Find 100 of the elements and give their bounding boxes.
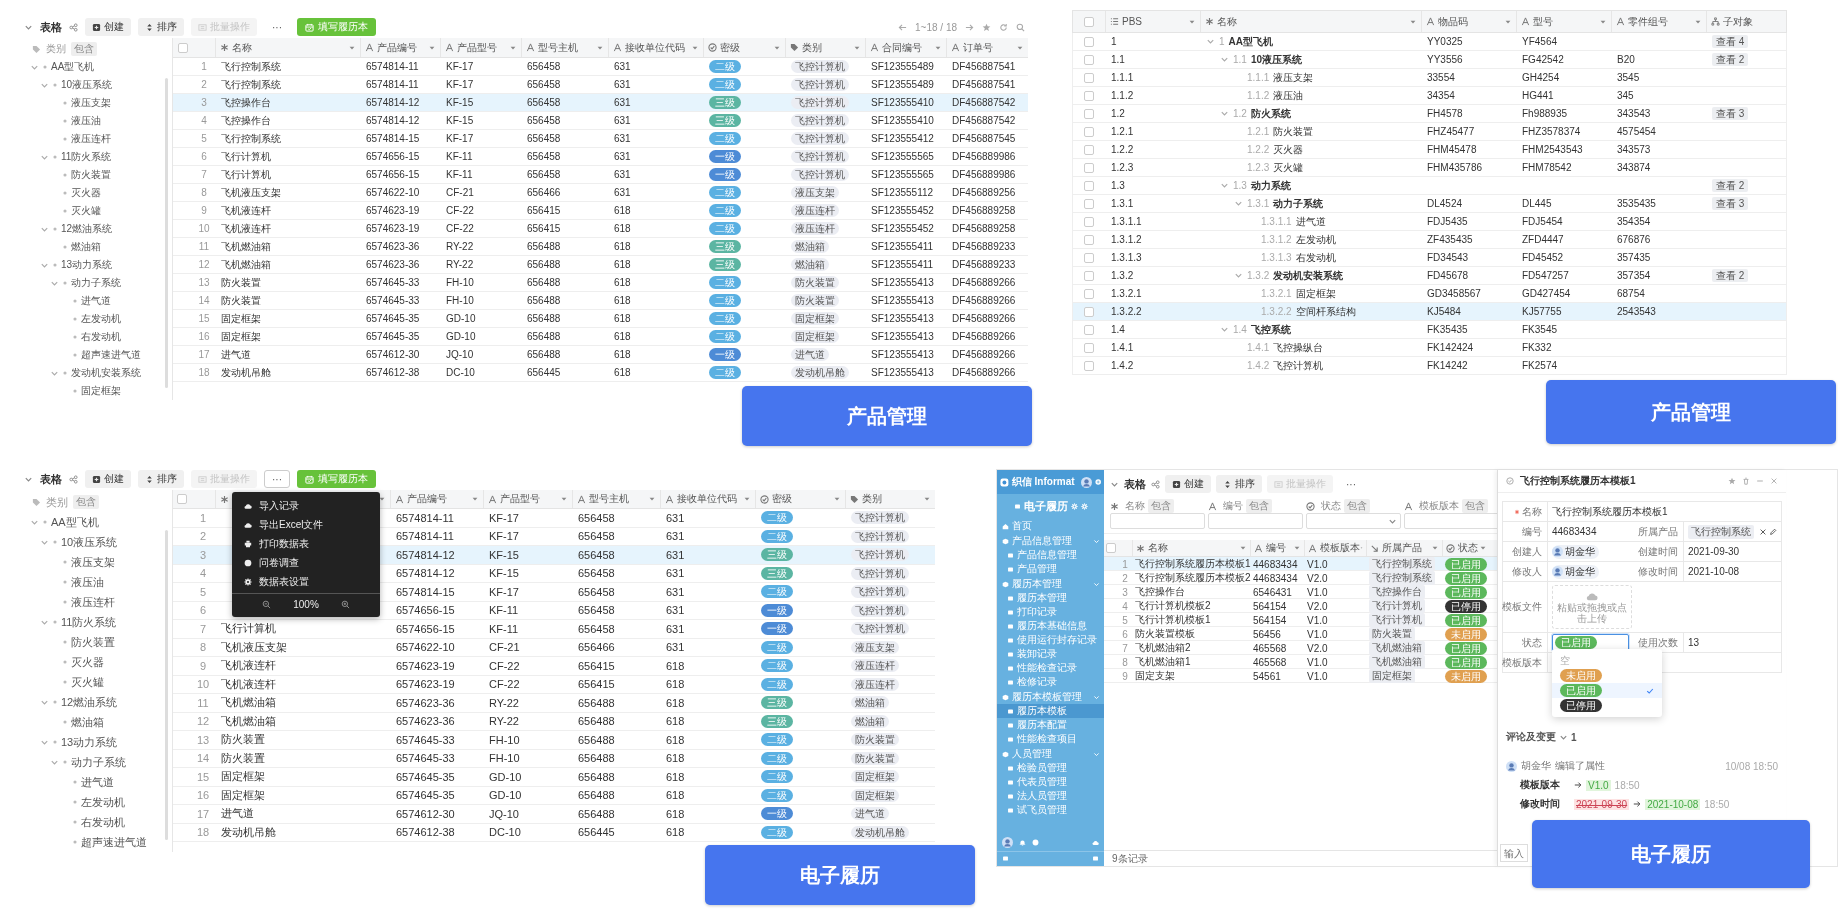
table-row[interactable]: 1.2.3 1.2.3 灭火罐 FHM435786 FHM78542 343874: [1072, 159, 1787, 177]
more-button[interactable]: ···: [1338, 475, 1364, 493]
tree-item[interactable]: 11防火系统: [61, 150, 112, 164]
column-header[interactable]: 产品编号: [407, 492, 447, 506]
tree-item[interactable]: 进气道: [81, 774, 114, 790]
table-row[interactable]: 11 飞机燃油箱 6574623-36 RY-22 656488 618 三级 燃油箱: [173, 694, 935, 713]
table-row[interactable]: 9 飞机液连杆 6574623-19 CF-22 656415 618 二级 液压连杆: [173, 657, 935, 676]
column-header[interactable]: 类别: [802, 40, 822, 55]
tree-item[interactable]: 燃油箱: [71, 240, 101, 254]
table-row[interactable]: 1.2.1 1.2.1 防火装置 FHZ45477 FHZ3578374 4575454: [1072, 123, 1787, 141]
table-row[interactable]: 1.3.2 1.3.2 发动机安装系统 FD45678 FD547257 357354 查看 2: [1072, 267, 1787, 285]
table-row[interactable]: 1.1 1.1 10液压系统 YY3556 FG42542 B20 查看 2: [1072, 51, 1787, 69]
table-row[interactable]: 15 固定框架 6574645-35 GD-10 656488 618 二级 固定框架: [173, 768, 935, 787]
table-row[interactable]: 17 进气道 6574612-30 JQ-10 656488 618 一级 进气道 SF123555413 DF456889266: [173, 346, 1028, 364]
tree-item[interactable]: 燃油箱: [71, 714, 104, 730]
table-row[interactable]: 1.1.1 1.1.1 液压支架 33554 GH4254 3545: [1072, 69, 1787, 87]
toolbar-button[interactable]: 创建: [85, 470, 131, 488]
table-row[interactable]: 10 飞机液连杆 6574623-19 CF-22 656415 618 二级 液压连杆 SF123555452 DF456889258: [173, 220, 1028, 238]
tree-item[interactable]: 12燃油系统: [61, 694, 118, 710]
toolbar-button[interactable]: 排序: [138, 18, 184, 36]
table-row[interactable]: 8 飞机燃油箱1 465568 V1.0 飞机燃油箱 已启用: [1104, 655, 1497, 669]
column-header[interactable]: 名称: [1148, 541, 1168, 555]
table-row[interactable]: 6 防火装置模板 56456 V1.0 防火装置 未启用: [1104, 627, 1497, 641]
table-row[interactable]: 9 飞机液连杆 6574623-19 CF-22 656415 618 二级 液压连杆 SF123555452 DF456889258: [173, 202, 1028, 220]
view-children-tag[interactable]: 查看 4: [1712, 35, 1749, 48]
tree-item[interactable]: 发动机安装系统: [71, 366, 141, 380]
column-header[interactable]: 密级: [720, 40, 740, 55]
tree-item[interactable]: 液压支架: [71, 96, 111, 110]
tree-item[interactable]: 液压连杆: [71, 594, 115, 610]
tree-item[interactable]: 防火装置: [71, 634, 115, 650]
tree-item[interactable]: 液压连杆: [71, 132, 111, 146]
column-header[interactable]: 物品码: [1438, 14, 1468, 29]
table-row[interactable]: 16 固定框架 6574645-35 GD-10 656488 618 二级 固定框架 SF123555413 DF456889266: [173, 328, 1028, 346]
column-header[interactable]: PBS: [1122, 16, 1142, 27]
tree-item[interactable]: 右发动机: [81, 330, 121, 344]
tree-item[interactable]: 超声速进气道: [81, 348, 141, 362]
table-row[interactable]: 9 固定支架 54561 V1.0 固定框架 未启用: [1104, 669, 1497, 683]
column-header[interactable]: 子对象: [1723, 14, 1753, 29]
dropdown-option[interactable]: 已停用: [1552, 698, 1662, 713]
column-header[interactable]: 型号: [1533, 14, 1553, 29]
tree-item[interactable]: 10液压系统: [61, 534, 118, 550]
table-row[interactable]: 1.3.1.3 1.3.1.3 右发动机 FD34543 FD45452 357435: [1072, 249, 1787, 267]
column-header[interactable]: 接收单位代码: [625, 40, 685, 55]
tree-item[interactable]: 液压油: [71, 574, 104, 590]
column-header[interactable]: 型号主机: [589, 492, 629, 506]
tree-item[interactable]: 左发动机: [81, 794, 125, 810]
comment-input[interactable]: 输入: [1500, 844, 1528, 862]
column-header[interactable]: 零件组号: [1628, 14, 1668, 29]
table-row[interactable]: 3 飞控操作台 6574814-12 KF-15 656458 631 三级 飞控计算机 SF123555410 DF456887542: [173, 94, 1028, 112]
view-children-tag[interactable]: 查看 3: [1712, 197, 1749, 210]
tree-item[interactable]: 灭火罐: [71, 204, 101, 218]
table-row[interactable]: 1.3.1.1 1.3.1.1 进气道 FDJ5435 FDJ5454 354354: [1072, 213, 1787, 231]
tree-item[interactable]: 防火装置: [71, 168, 111, 182]
tree-item[interactable]: AA型飞机: [51, 514, 99, 530]
toolbar-button[interactable]: 排序: [138, 470, 184, 488]
tree-item[interactable]: AA型飞机: [51, 60, 95, 74]
table-row[interactable]: 11 飞机燃油箱 6574623-36 RY-22 656488 618 三级 燃油箱 SF123555411 DF456889233: [173, 238, 1028, 256]
more-button[interactable]: ···: [264, 470, 290, 488]
view-children-tag[interactable]: 查看 2: [1712, 53, 1749, 66]
table-row[interactable]: 7 飞机燃油箱2 465568 V2.0 飞机燃油箱 已启用: [1104, 641, 1497, 655]
column-header[interactable]: 类别: [862, 492, 882, 506]
table-row[interactable]: 1.3.2.2 1.3.2.2 空间杆系结构 KJ5484 KJ57755 2543543: [1072, 303, 1787, 321]
column-header[interactable]: 所属产品: [1382, 541, 1422, 555]
tree-item[interactable]: 灭火器: [71, 186, 101, 200]
table-row[interactable]: 8 飞机液压支架 6574622-10 CF-21 656466 631 二级 液压支架 SF123555112 DF456889256: [173, 184, 1028, 202]
table-row[interactable]: 13 防火装置 6574645-33 FH-10 656488 618 二级 防火装置: [173, 731, 935, 750]
column-header[interactable]: 型号主机: [538, 40, 578, 55]
table-row[interactable]: 13 防火装置 6574645-33 FH-10 656488 618 二级 防火装置 SF123555413 DF456889266: [173, 274, 1028, 292]
view-children-tag[interactable]: 查看 2: [1712, 179, 1749, 192]
table-row[interactable]: 6 飞行计算机 6574656-15 KF-11 656458 631 一级 飞控计算机 SF123555565 DF456889986: [173, 148, 1028, 166]
view-children-tag[interactable]: 查看 3: [1712, 107, 1749, 120]
table-row[interactable]: 1.4.1 1.4.1 飞控操纵台 FK142424 FK332: [1072, 339, 1787, 357]
table-row[interactable]: 1.1.2 1.1.2 液压油 34354 HG441 345: [1072, 87, 1787, 105]
table-row[interactable]: 1.3 1.3 动力系统 查看 2: [1072, 177, 1787, 195]
table-row[interactable]: 2 飞行控制系统履历本模板2 44683434 V2.0 飞行控制系统 已启用: [1104, 571, 1497, 585]
table-row[interactable]: 1 飞行控制系统履历本模板1 44683434 V1.0 飞行控制系统 已启用: [1104, 557, 1497, 571]
table-row[interactable]: 1 1 AA型飞机 YY0325 YF4564 查看 4: [1072, 33, 1787, 51]
tree-item[interactable]: 灭火器: [71, 654, 104, 670]
table-row[interactable]: 1.3.1 1.3.1 动力子系统 DL4524 DL445 3535435 查看 3: [1072, 195, 1787, 213]
table-row[interactable]: 7 飞行计算机 6574656-15 KF-11 656458 631 一级 飞控计算机 SF123555565 DF456889986: [173, 166, 1028, 184]
table-row[interactable]: 1.2 1.2 防火系统 FH4578 Fh988935 343543 查看 3: [1072, 105, 1787, 123]
more-button[interactable]: ···: [264, 18, 290, 36]
column-header[interactable]: 订单号: [963, 40, 993, 55]
table-row[interactable]: 5 飞行计算机模板1 564154 V1.0 飞行计算机 已启用: [1104, 613, 1497, 627]
toolbar-button[interactable]: 创建: [85, 18, 131, 36]
table-row[interactable]: 17 进气道 6574612-30 JQ-10 656488 618 一级 进气道: [173, 805, 935, 824]
column-header[interactable]: 编号: [1266, 541, 1286, 555]
tree-item[interactable]: 10液压系统: [61, 78, 113, 92]
column-header[interactable]: 产品型号: [457, 40, 497, 55]
table-row[interactable]: 4 飞行计算机模板2 564154 V2.0 飞行计算机 已停用: [1104, 599, 1497, 613]
table-row[interactable]: 1.4 1.4 飞控系统 FK35435 FK3545: [1072, 321, 1787, 339]
tree-item[interactable]: 13动力系统: [61, 734, 118, 750]
table-row[interactable]: 15 固定框架 6574645-35 GD-10 656488 618 二级 固定框架 SF123555413 DF456889266: [173, 310, 1028, 328]
tree-item[interactable]: 动力子系统: [71, 276, 121, 290]
table-row[interactable]: 18 发动机吊舱 6574612-38 DC-10 656445 618 二级 发动机吊舱 SF123555413 DF456889266: [173, 364, 1028, 382]
column-header[interactable]: 状态: [1458, 541, 1478, 555]
tree-item[interactable]: 12燃油系统: [61, 222, 113, 236]
column-header[interactable]: 产品型号: [500, 492, 540, 506]
table-row[interactable]: 12 飞机燃油箱 6574623-36 RY-22 656488 618 三级 燃油箱 SF123555411 DF456889233: [173, 256, 1028, 274]
table-row[interactable]: 3 飞控操作台 6546431 V1.0 飞控操作台 已启用: [1104, 585, 1497, 599]
